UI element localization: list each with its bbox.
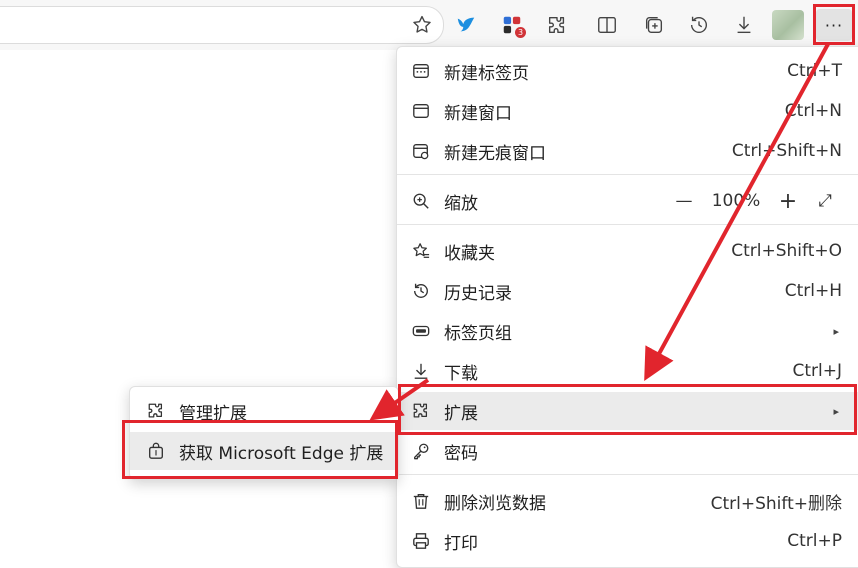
annotation-arrows bbox=[369, 43, 830, 421]
annotation-arrow-to-extensions bbox=[644, 43, 830, 382]
annotation-arrow-to-submenu bbox=[369, 378, 430, 421]
